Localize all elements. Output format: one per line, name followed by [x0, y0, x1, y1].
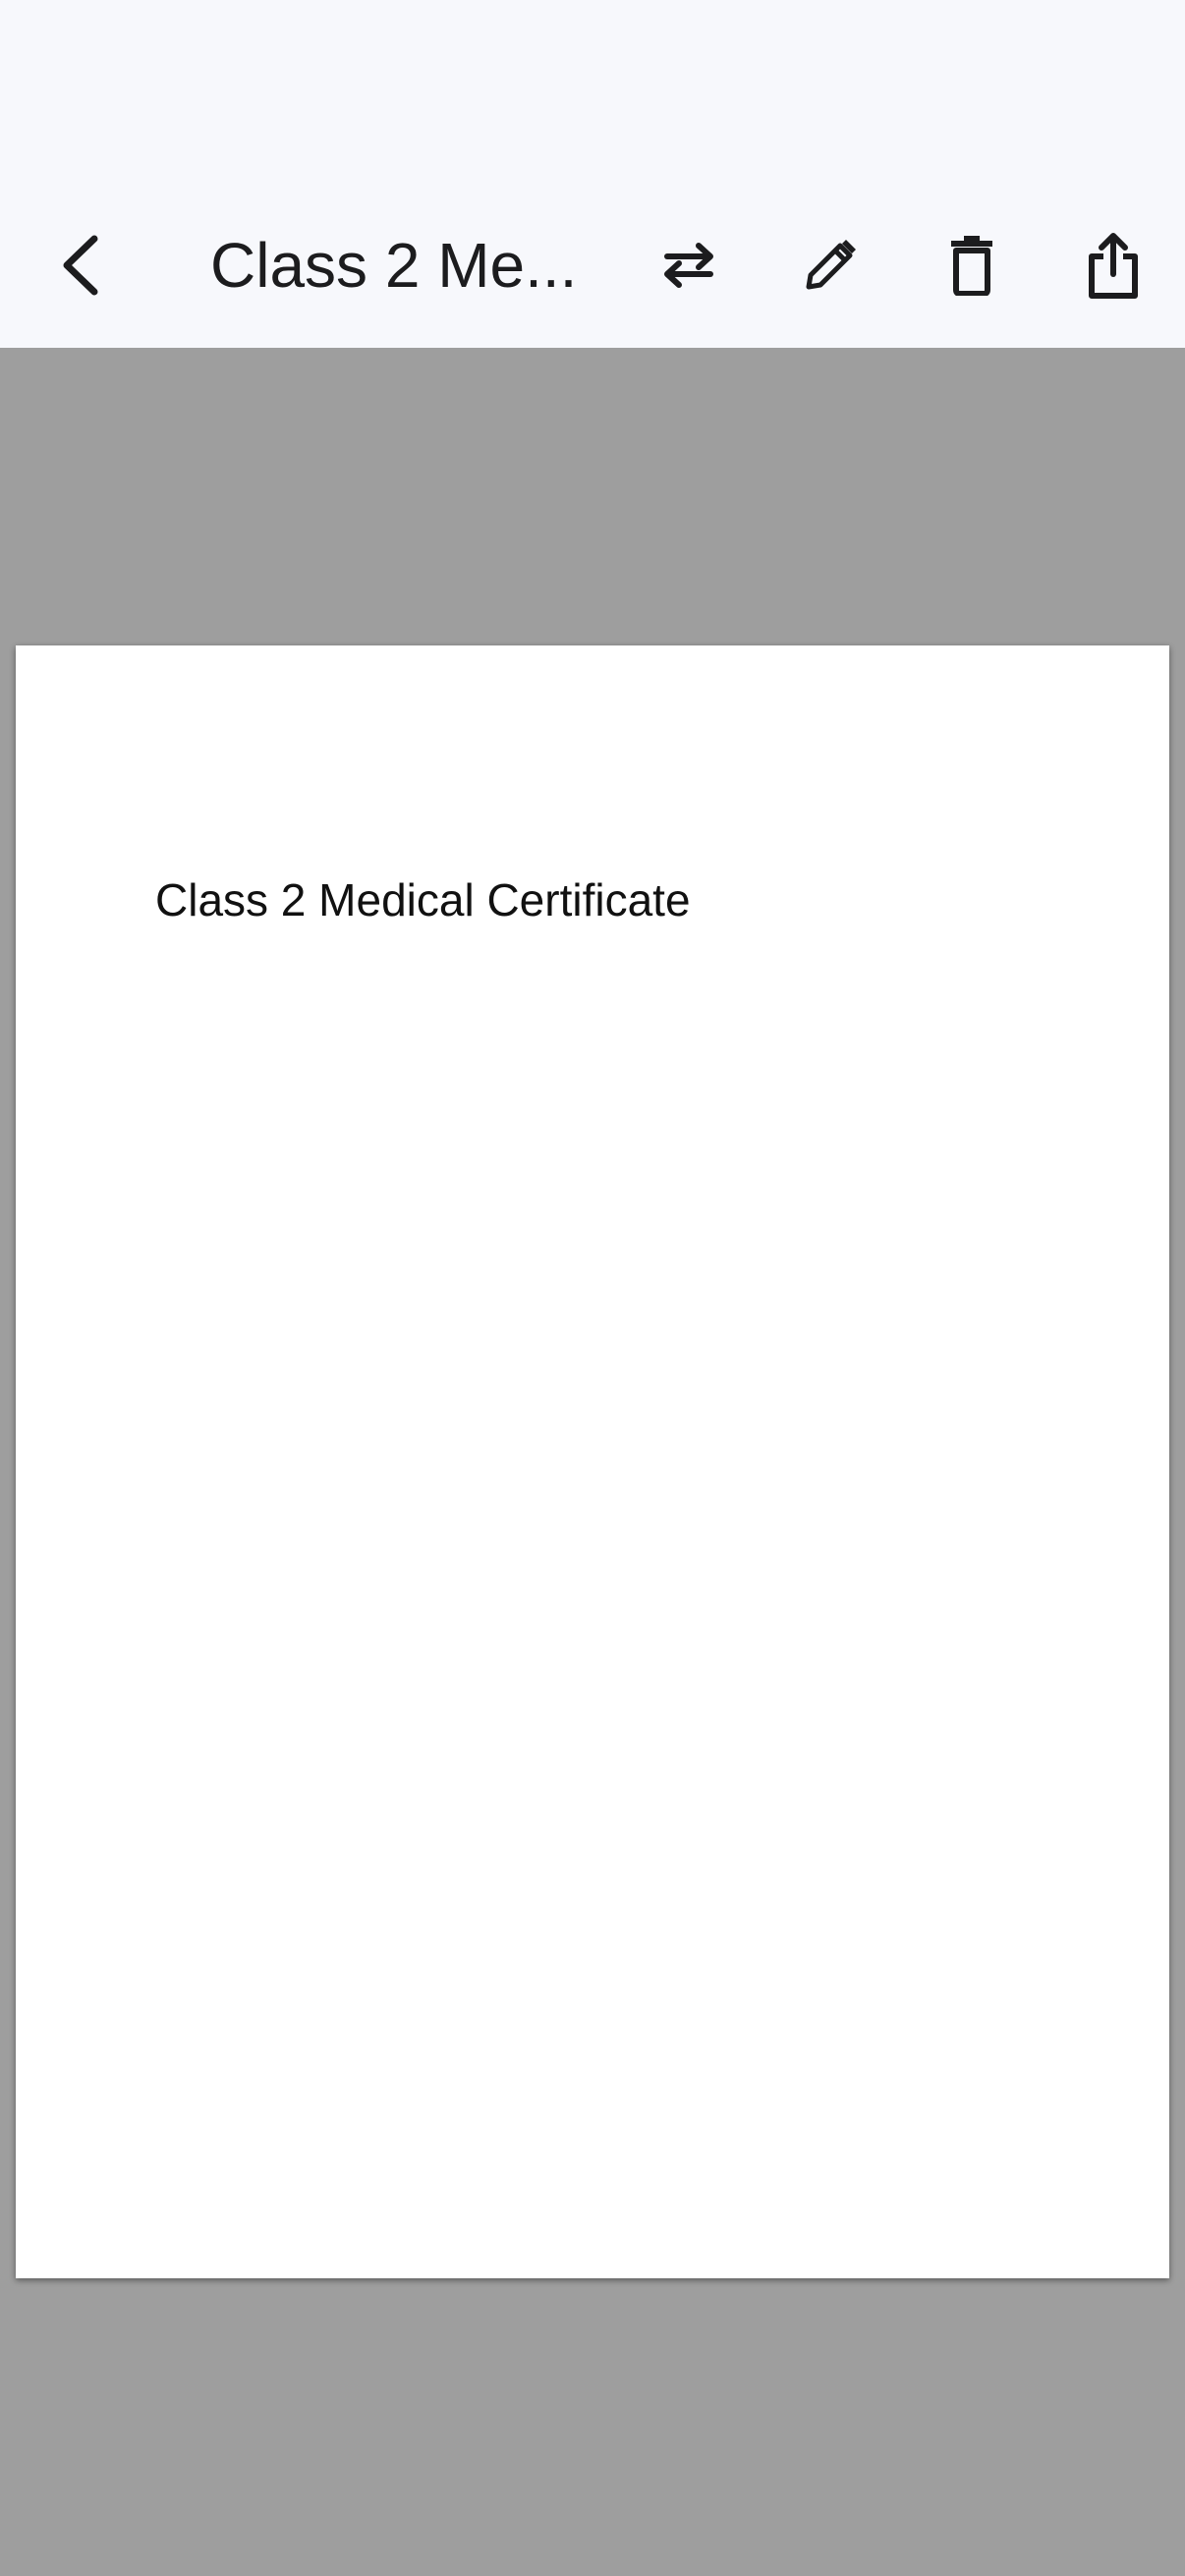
swap-button[interactable]	[630, 196, 748, 334]
share-icon	[1089, 233, 1138, 299]
swap-icon	[664, 243, 713, 288]
edit-button[interactable]	[771, 196, 889, 334]
document-heading: Class 2 Medical Certificate	[155, 874, 691, 925]
back-button[interactable]	[24, 196, 141, 334]
document-page[interactable]: Class 2 Medical Certificate	[16, 645, 1169, 2278]
status-bar-area	[0, 0, 1185, 196]
chevron-left-icon	[63, 235, 98, 296]
top-toolbar: Class 2 Me...	[0, 196, 1185, 348]
delete-button[interactable]	[913, 196, 1031, 334]
document-title: Class 2 Me...	[210, 230, 578, 301]
trash-icon	[951, 236, 992, 296]
pencil-icon	[806, 240, 856, 290]
share-button[interactable]	[1054, 196, 1172, 334]
pdf-viewer-screen: Class 2 Me... Class 2 Medical Certificat…	[0, 0, 1185, 2576]
